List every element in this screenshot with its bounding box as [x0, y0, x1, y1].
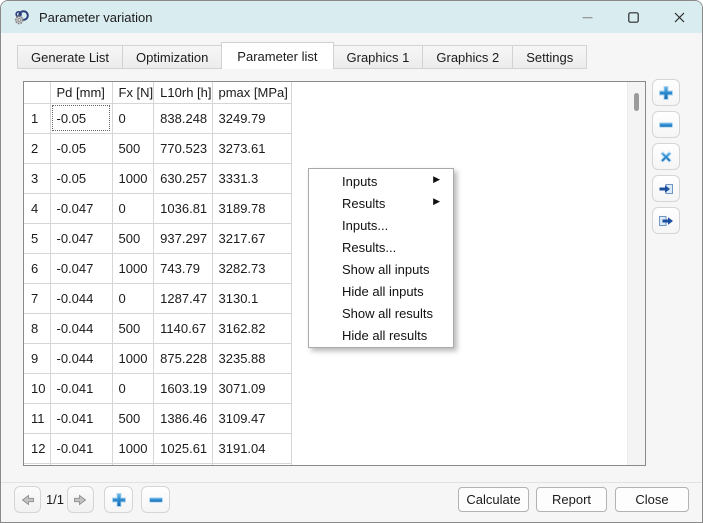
plus-icon: [658, 85, 674, 101]
minus-icon: [658, 117, 674, 133]
table-row[interactable]: 1 -0.05 0 838.248 3249.79: [24, 103, 291, 133]
column-header-l10rh[interactable]: L10rh [h]: [154, 82, 212, 103]
menu-item-inputs-submenu[interactable]: Inputs ▶: [309, 170, 453, 192]
tab-bar: Generate List Optimization Parameter lis…: [17, 42, 586, 69]
previous-page-button[interactable]: [14, 486, 41, 513]
tab-graphics-2[interactable]: Graphics 2: [422, 45, 513, 69]
column-header-fx[interactable]: Fx [N]: [112, 82, 154, 103]
table-row[interactable]: 2 -0.05 500 770.523 3273.61: [24, 133, 291, 163]
parameter-variation-dialog: Parameter variation Generate List Optimi…: [0, 0, 703, 523]
close-icon: [674, 12, 685, 23]
close-button[interactable]: Close: [615, 487, 689, 512]
table-row[interactable]: 9 -0.044 1000 875.228 3235.88: [24, 343, 291, 373]
focused-cell[interactable]: -0.05: [50, 103, 112, 133]
maximize-icon: [628, 12, 639, 23]
minimize-button[interactable]: [564, 1, 610, 33]
table-row[interactable]: 6 -0.047 1000 743.79 3282.73: [24, 253, 291, 283]
table-row[interactable]: 11 -0.041 500 1386.46 3109.47: [24, 403, 291, 433]
add-page-button[interactable]: [104, 486, 133, 513]
table-header-row: Pd [mm] Fx [N] L10rh [h] pmax [MPa]: [24, 82, 291, 103]
export-button[interactable]: [652, 207, 680, 234]
submenu-arrow-icon: ▶: [433, 174, 440, 185]
arrow-left-icon: [19, 492, 36, 508]
close-window-button[interactable]: [656, 1, 702, 33]
column-header-pmax[interactable]: pmax [MPa]: [212, 82, 291, 103]
plus-icon: [111, 492, 127, 508]
corner-header-cell: [24, 82, 50, 103]
minimize-icon: [582, 12, 593, 23]
minus-icon: [148, 492, 164, 508]
table-row[interactable]: 5 -0.047 500 937.297 3217.67: [24, 223, 291, 253]
tab-settings[interactable]: Settings: [512, 45, 587, 69]
table-row[interactable]: 7 -0.044 0 1287.47 3130.1: [24, 283, 291, 313]
vertical-scrollbar[interactable]: [627, 82, 645, 465]
tab-optimization[interactable]: Optimization: [122, 45, 222, 69]
remove-row-button[interactable]: [652, 111, 680, 138]
menu-item-hide-all-inputs[interactable]: Hide all inputs: [309, 280, 453, 302]
maximize-button[interactable]: [610, 1, 656, 33]
table-row-partial: [24, 463, 291, 466]
arrow-right-icon: [72, 492, 89, 508]
calculate-button[interactable]: Calculate: [458, 487, 529, 512]
import-button[interactable]: [652, 175, 680, 202]
table-row[interactable]: 12 -0.041 1000 1025.61 3191.04: [24, 433, 291, 463]
tab-graphics-1[interactable]: Graphics 1: [333, 45, 424, 69]
tab-parameter-list[interactable]: Parameter list: [221, 42, 333, 69]
submenu-arrow-icon: ▶: [433, 196, 440, 207]
import-icon: [658, 181, 674, 197]
remove-page-button[interactable]: [141, 486, 170, 513]
dialog-body: Generate List Optimization Parameter lis…: [1, 33, 702, 523]
tab-generate-list[interactable]: Generate List: [17, 45, 123, 69]
titlebar: Parameter variation: [1, 1, 702, 33]
table-row[interactable]: 8 -0.044 500 1140.67 3162.82: [24, 313, 291, 343]
export-icon: [658, 213, 674, 229]
menu-item-show-all-inputs[interactable]: Show all inputs: [309, 258, 453, 280]
menu-item-hide-all-results[interactable]: Hide all results: [309, 324, 453, 346]
bearing-app-icon: [13, 9, 30, 26]
table-row[interactable]: 3 -0.05 1000 630.257 3331.3: [24, 163, 291, 193]
table-row[interactable]: 10 -0.041 0 1603.19 3071.09: [24, 373, 291, 403]
add-row-button[interactable]: [652, 79, 680, 106]
delete-all-button[interactable]: [652, 143, 680, 170]
side-toolbar: [652, 79, 680, 234]
column-header-pd[interactable]: Pd [mm]: [50, 82, 112, 103]
page-indicator: 1/1: [42, 486, 68, 513]
context-menu: Inputs ▶ Results ▶ Inputs... Results... …: [308, 168, 454, 348]
cross-icon: [658, 149, 674, 165]
table-row[interactable]: 4 -0.047 0 1036.81 3189.78: [24, 193, 291, 223]
next-page-button[interactable]: [67, 486, 94, 513]
menu-item-results-dialog[interactable]: Results...: [309, 236, 453, 258]
menu-item-show-all-results[interactable]: Show all results: [309, 302, 453, 324]
footer-bar: 1/1 Calculate Report Close: [1, 483, 702, 523]
report-button[interactable]: Report: [536, 487, 607, 512]
window-title: Parameter variation: [39, 10, 152, 25]
menu-item-results-submenu[interactable]: Results ▶: [309, 192, 453, 214]
menu-item-inputs-dialog[interactable]: Inputs...: [309, 214, 453, 236]
scrollbar-thumb[interactable]: [634, 93, 639, 111]
